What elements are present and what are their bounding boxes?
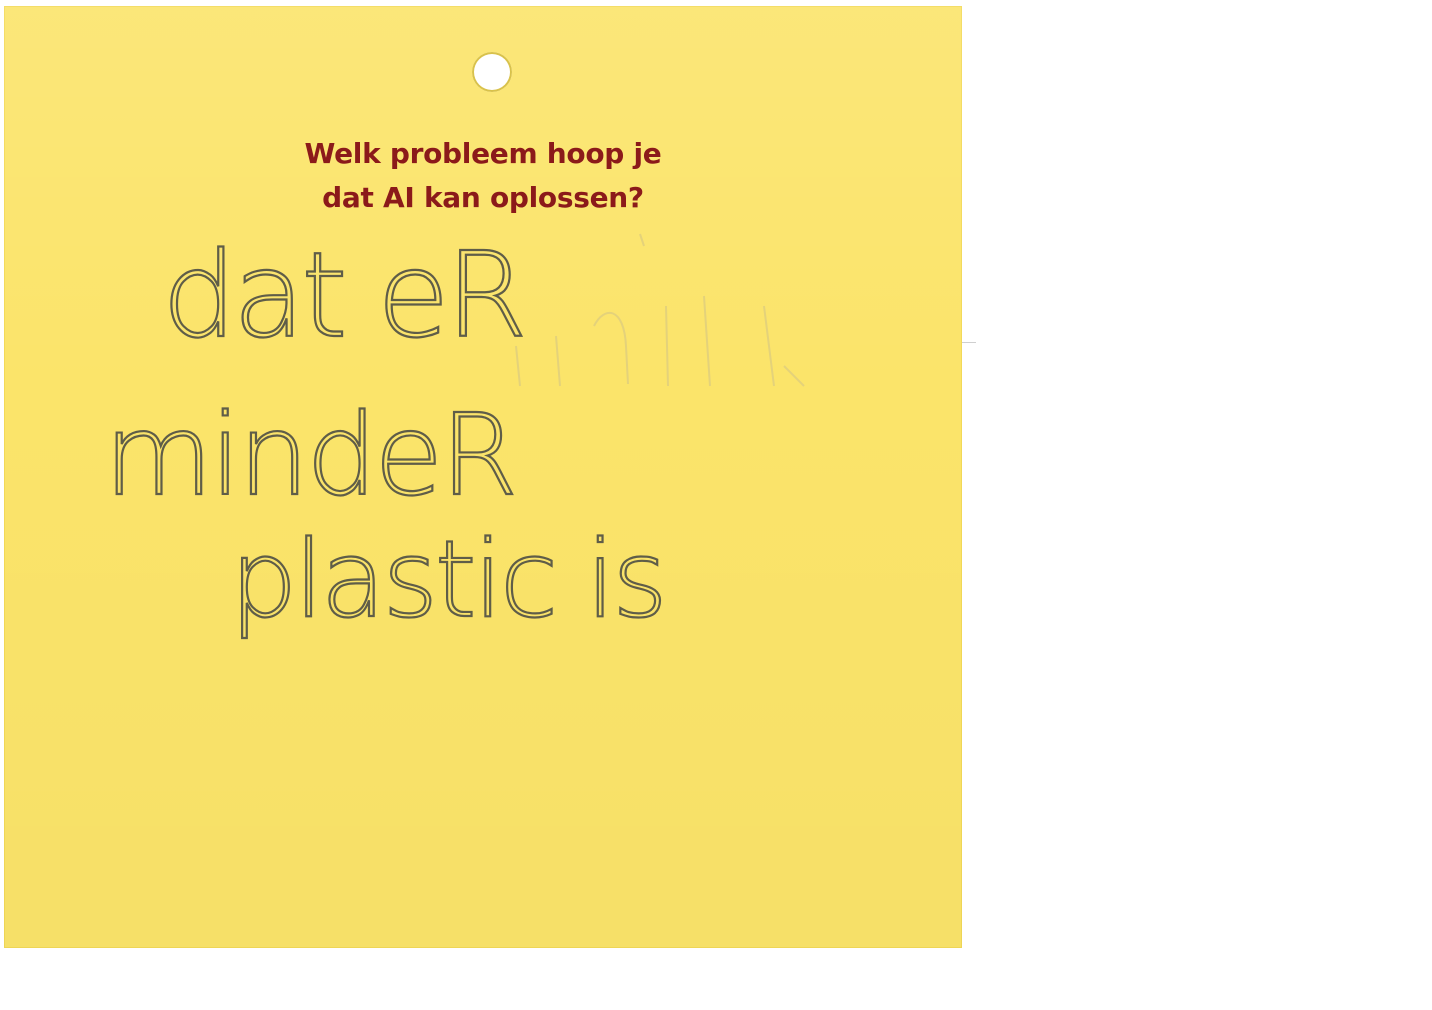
answer-line-3: plastic is <box>230 518 665 641</box>
sticky-note-card: Welk probleem hoop je dat AI kan oplosse… <box>4 6 962 948</box>
answer-line-2: mindeR <box>104 391 515 521</box>
answer-line-1: dat eR <box>162 226 524 364</box>
answer-lines: dat eR mindeR plastic is <box>103 225 669 642</box>
handwritten-answer: dat eR mindeR plastic is <box>103 225 805 642</box>
erased-scribble <box>515 233 805 387</box>
scan-edge-mark <box>962 342 976 343</box>
